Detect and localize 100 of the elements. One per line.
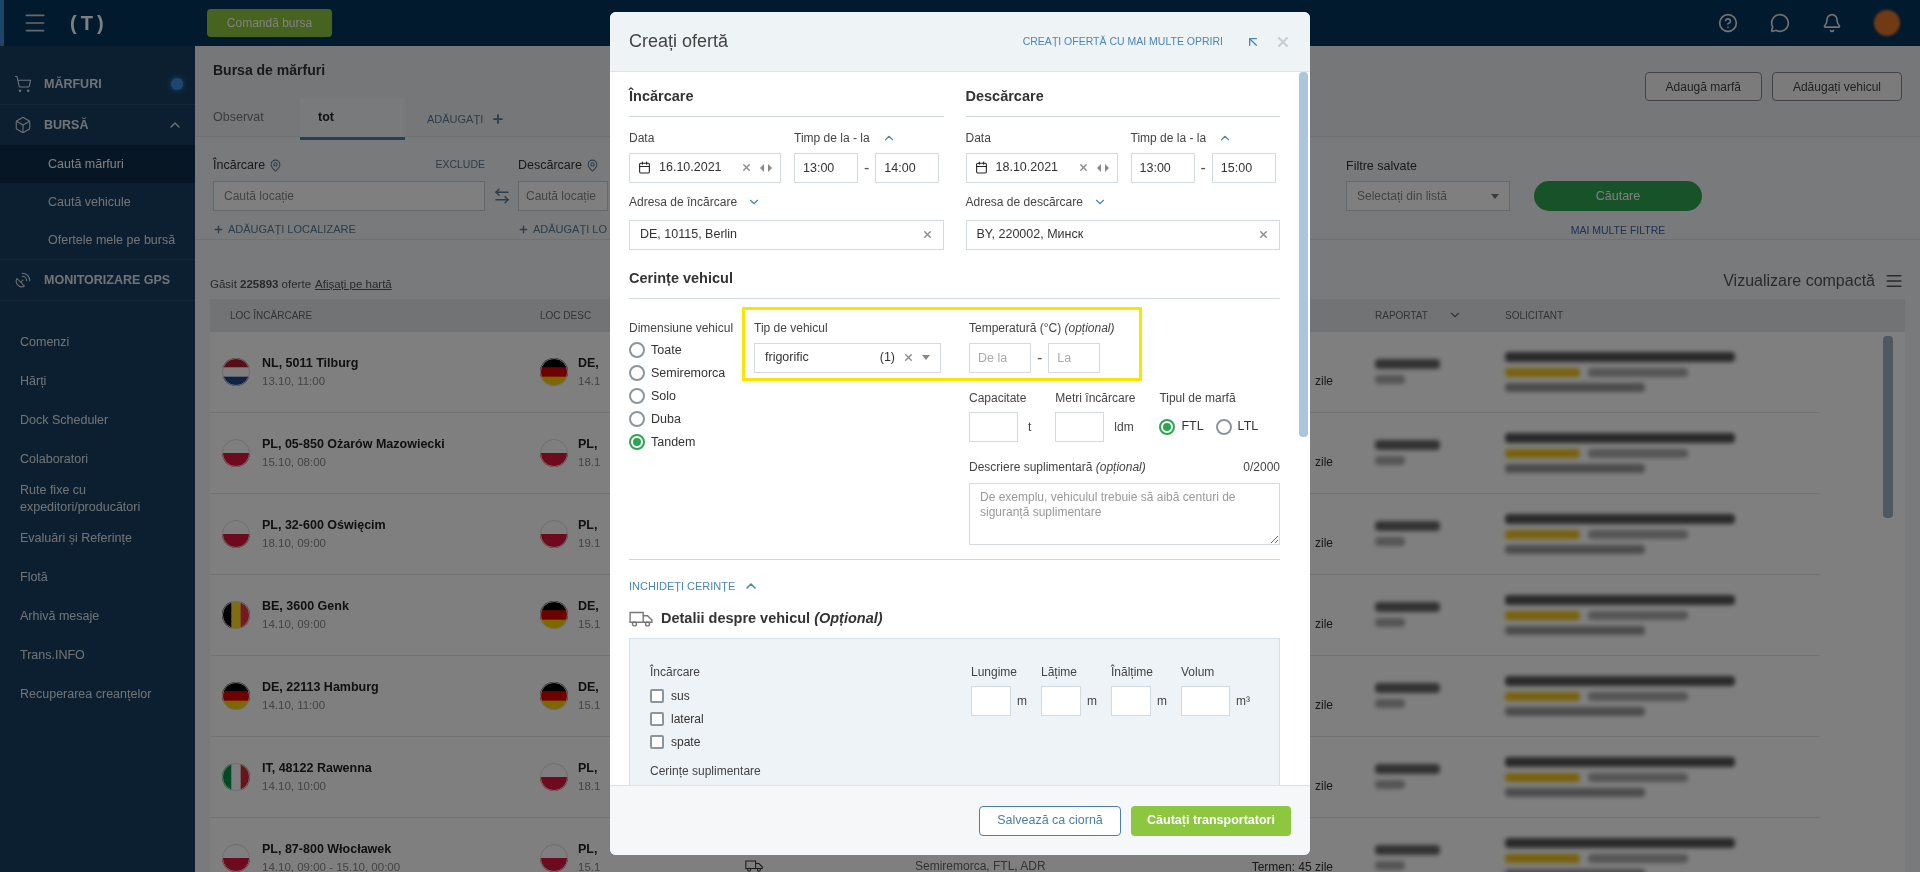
time-field[interactable]: 13:00: [1130, 152, 1195, 183]
clear-icon[interactable]: [741, 162, 752, 174]
origin-location: PL, 32-600 Oświęcim: [262, 516, 386, 534]
sidebar-link[interactable]: Arhivă mesaje: [0, 597, 195, 636]
checkbox[interactable]: [650, 689, 664, 704]
show-on-map-link[interactable]: Afișați pe hartă: [315, 275, 392, 293]
calendar-icon: [974, 161, 988, 175]
radio-option[interactable]: FTL: [1159, 415, 1204, 438]
plus-icon[interactable]: [213, 223, 224, 235]
action-button[interactable]: Adăugați vehicul: [1771, 72, 1902, 101]
date-field[interactable]: 18.10.2021: [965, 152, 1118, 183]
sidebar-link[interactable]: Rute fixe cu expeditori/producători: [0, 479, 195, 519]
blurred-date: [1375, 359, 1440, 385]
sidebar-link[interactable]: Evaluări și Referințe: [0, 519, 195, 558]
arrows-icon[interactable]: [760, 163, 772, 172]
tab[interactable]: Observat: [195, 98, 300, 140]
action-button[interactable]: Adaugă marfă: [1644, 72, 1762, 101]
checkbox-option[interactable]: spate: [650, 730, 971, 754]
sidebar-item[interactable]: Caută vehicule: [0, 183, 195, 221]
more-filters-link[interactable]: MAI MULTE FILTRE: [1570, 223, 1666, 239]
search-button[interactable]: Căutare: [1534, 181, 1702, 211]
field-label: Timp de la - la: [794, 129, 870, 147]
loading-meters-field[interactable]: [1055, 411, 1105, 442]
flag-icon: [540, 438, 568, 467]
field-label: Înălțime: [1111, 663, 1155, 681]
sidebar-link[interactable]: Flotă: [0, 558, 195, 597]
multi-stop-link[interactable]: CREAȚI OFERTĂ CU MAI MULTE OPRIRI: [1022, 33, 1223, 50]
dimension-field[interactable]: [1181, 685, 1230, 716]
sidebar-item[interactable]: Ofertele mele pe bursă: [0, 221, 195, 259]
location-field[interactable]: Caută locație: [213, 181, 485, 211]
sidebar-link[interactable]: Trans.INFO: [0, 636, 195, 675]
arrows-icon[interactable]: [1096, 163, 1109, 172]
radio-button[interactable]: [629, 434, 645, 450]
temperature-field[interactable]: La: [1048, 342, 1101, 373]
radio-option[interactable]: LTL: [1215, 415, 1259, 438]
sidebar-group[interactable]: MONITORIZARE GPS: [0, 260, 195, 300]
section-heading: Încărcare: [629, 86, 944, 117]
clear-icon[interactable]: [1077, 162, 1089, 174]
radio-option[interactable]: Toate: [629, 338, 742, 362]
bell-icon[interactable]: [1822, 13, 1842, 33]
time-field[interactable]: 13:00: [794, 152, 858, 183]
temperature-field[interactable]: De la: [969, 342, 1031, 373]
origin-location: NL, 5011 Tilburg: [262, 354, 359, 372]
saved-filters-select[interactable]: Selectați din listă: [1346, 181, 1510, 211]
help-icon[interactable]: [1718, 13, 1738, 33]
plus-icon[interactable]: [518, 223, 529, 235]
radio-button[interactable]: [1215, 418, 1232, 435]
avatar[interactable]: [1874, 10, 1900, 36]
radio-button[interactable]: [629, 388, 645, 404]
checkbox-option[interactable]: lateral: [650, 707, 971, 731]
sidebar-link[interactable]: Recuperarea creanțelor: [0, 675, 195, 714]
save-draft-button[interactable]: Salvează ca ciornă: [979, 805, 1121, 836]
vehicle-type-select[interactable]: frigorific (1): [754, 342, 941, 373]
description-field[interactable]: De exemplu, vehiculul trebuie să aibă centuri de siguranță suplimentare: [969, 482, 1280, 545]
add-location-link[interactable]: ADĂUGAȚI LO: [533, 221, 607, 238]
add-tab-button[interactable]: ADĂUGAȚI: [405, 98, 506, 140]
sidebar-link[interactable]: Dock Scheduler: [0, 401, 195, 440]
swap-icon[interactable]: [492, 187, 511, 205]
checkbox-option[interactable]: sus: [650, 684, 971, 708]
field-label: Lungime: [971, 663, 1019, 681]
plus-icon: [491, 112, 506, 126]
capacity-field[interactable]: [969, 411, 1018, 442]
date-field[interactable]: 16.10.2021: [629, 152, 781, 183]
logo[interactable]: (T): [70, 8, 108, 38]
radio-option[interactable]: Semiremorca: [629, 361, 742, 385]
deadline: zile: [1315, 535, 1333, 550]
close-requirements-link[interactable]: INCHIDEȚI CERINȚE: [629, 577, 1280, 594]
location-field[interactable]: Caută locație: [518, 181, 608, 211]
address-field[interactable]: BY, 220002, Минск: [965, 219, 1280, 250]
sidebar-link[interactable]: Colaboratori: [0, 440, 195, 479]
dimension-field[interactable]: [971, 685, 1011, 716]
destination-date: 18.1: [578, 778, 601, 794]
sidebar-link[interactable]: Comenzi: [0, 323, 195, 362]
sidebar-item[interactable]: Caută mărfuri: [0, 145, 195, 183]
origin-date: 15.10, 08:00: [262, 454, 327, 470]
clear-icon[interactable]: [903, 352, 914, 363]
time-field[interactable]: 14:00: [875, 152, 940, 183]
checkbox[interactable]: [650, 735, 664, 750]
radio-button[interactable]: [629, 365, 645, 381]
field-label: Timp de la - la: [1130, 129, 1207, 147]
sidebar-group[interactable]: BURSĂ: [0, 105, 195, 145]
radio-option[interactable]: Tandem: [629, 430, 742, 454]
exclude-link[interactable]: EXCLUDE: [435, 157, 485, 173]
sidebar-link[interactable]: Hărți: [0, 362, 195, 401]
sidebar-group[interactable]: MĂRFURI: [0, 64, 195, 104]
radio-button[interactable]: [629, 411, 645, 427]
radio-button[interactable]: [629, 342, 645, 358]
dimension-field[interactable]: [1111, 685, 1151, 716]
radio-option[interactable]: Solo: [629, 384, 742, 408]
address-field[interactable]: DE, 10115, Berlin: [629, 219, 944, 250]
clear-icon[interactable]: [1258, 229, 1269, 241]
dimension-field[interactable]: [1041, 685, 1081, 716]
clear-icon[interactable]: [921, 229, 933, 241]
chat-icon[interactable]: [1770, 13, 1790, 33]
add-location-link[interactable]: ADĂUGAȚI LOCALIZARE: [228, 221, 356, 238]
radio-button[interactable]: [1159, 418, 1176, 435]
time-field[interactable]: 15:00: [1211, 152, 1276, 183]
checkbox[interactable]: [650, 712, 664, 727]
find-carriers-button[interactable]: Căutați transportatori: [1131, 805, 1291, 836]
map-pin-icon: [269, 158, 283, 172]
